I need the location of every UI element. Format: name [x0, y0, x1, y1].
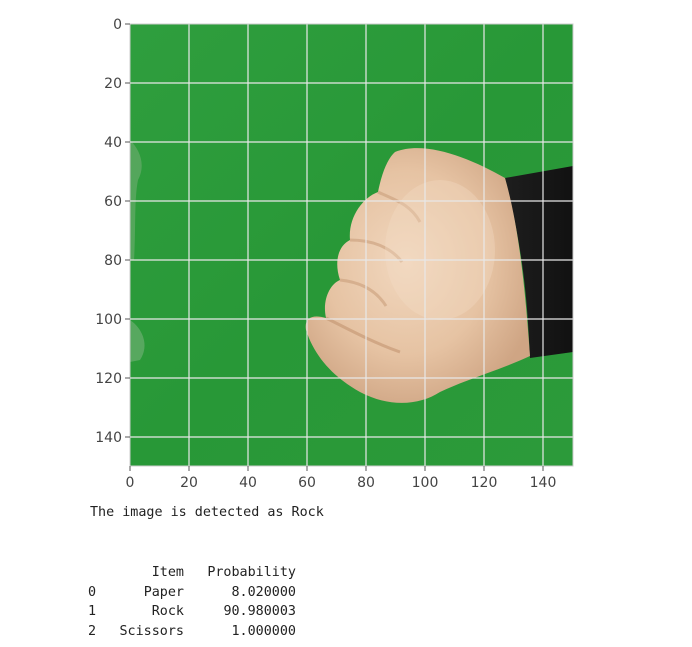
x-tick-label: 20: [180, 475, 198, 491]
table-row: 1 Rock 90.980003: [88, 602, 296, 622]
table-header-probability: Probability: [207, 565, 296, 580]
y-tick-label: 100: [95, 312, 122, 328]
x-tick-label: 40: [239, 475, 257, 491]
probability-table: Item Probability 0 Paper 8.020000 1 Rock…: [88, 563, 296, 641]
row-index: 2: [88, 623, 97, 639]
row-item: Rock: [151, 604, 184, 619]
x-axis-ticks: 0 20 40 60 80 100 120 140: [126, 466, 557, 491]
row-item: Paper: [143, 584, 184, 600]
row-index: 0: [88, 584, 97, 600]
y-tick-label: 40: [104, 135, 122, 151]
x-tick-label: 60: [298, 475, 316, 491]
row-probability: 8.020000: [231, 584, 297, 600]
hand-photo: [130, 24, 573, 466]
x-tick-label: 140: [530, 475, 557, 491]
table-row: 0 Paper 8.020000: [88, 583, 296, 603]
table-row: 2 Scissors 1.000000: [88, 622, 296, 642]
table-header-row: Item Probability: [88, 563, 296, 583]
x-tick-label: 0: [126, 475, 135, 491]
y-tick-label: 80: [104, 253, 122, 269]
x-tick-label: 120: [471, 475, 498, 491]
x-tick-label: 100: [412, 475, 439, 491]
y-tick-label: 120: [95, 371, 122, 387]
y-tick-label: 60: [104, 194, 122, 210]
row-item: Scissors: [119, 623, 185, 639]
y-tick-label: 140: [95, 430, 122, 446]
y-tick-label: 20: [104, 76, 122, 92]
image-plot-svg: 0 20 40 60 80 100 120 140 0 20 40 60 80 100 120 140: [95, 17, 574, 491]
x-tick-label: 80: [357, 475, 375, 491]
row-probability: 1.000000: [231, 623, 297, 639]
detection-result-text: The image is detected as Rock: [90, 505, 324, 520]
row-index: 1: [88, 604, 97, 619]
row-probability: 90.980003: [223, 604, 296, 619]
y-tick-label: 0: [113, 17, 122, 33]
y-axis-ticks: 0 20 40 60 80 100 120 140: [95, 17, 130, 446]
table-header-item: Item: [151, 565, 184, 580]
image-plot: 0 20 40 60 80 100 120 140 0 20 40 60 80 100 120 140: [0, 0, 692, 500]
table-header-index: [88, 563, 114, 583]
